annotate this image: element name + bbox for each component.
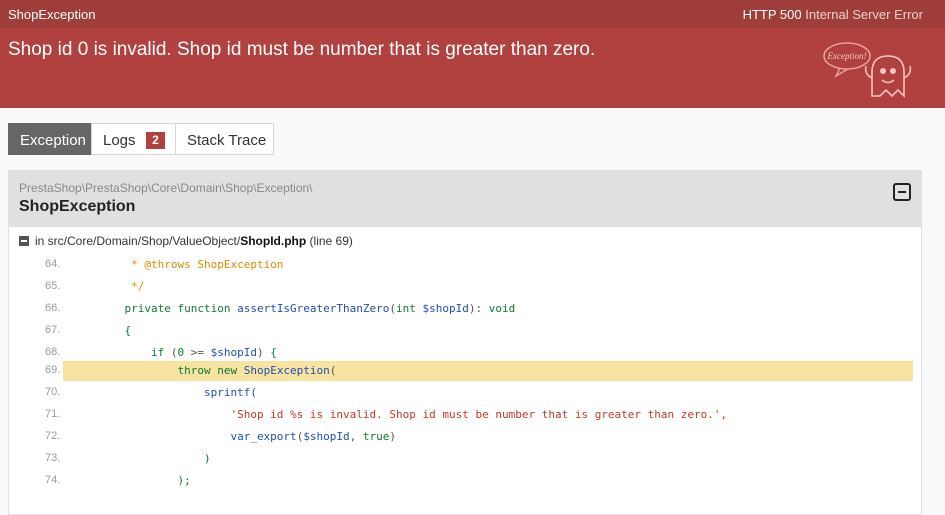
status-code: HTTP 500 <box>742 7 802 22</box>
exception-title: ShopException <box>8 7 96 22</box>
code-line: 69. throw new ShopException( <box>9 361 921 381</box>
collapse-icon[interactable] <box>893 183 911 201</box>
code-line: 72. var_export($shopId, true) <box>9 427 921 447</box>
line-number: 74. <box>45 474 61 486</box>
code-text: sprintf( <box>98 386 257 399</box>
tab-logs-label: Logs <box>103 132 136 149</box>
exception-panel: PrestaShop\PrestaShop\Core\Domain\Shop\E… <box>8 170 922 515</box>
code-text: throw new ShopException( <box>98 364 337 377</box>
code-line: 66. private function assertIsGreaterThan… <box>9 299 921 319</box>
status-text: Internal Server Error <box>805 7 923 22</box>
location-prefix: in src/Core/Domain/Shop/ValueObject/ <box>35 234 241 248</box>
line-number: 73. <box>45 452 61 464</box>
exception-namespace: PrestaShop\PrestaShop\Core\Domain\Shop\E… <box>19 181 313 195</box>
code-line: 73. ) <box>9 449 921 469</box>
tab-stack-trace[interactable]: Stack Trace <box>175 123 274 155</box>
code-text: var_export($shopId, true) <box>98 430 397 443</box>
tab-logs[interactable]: Logs 2 <box>91 123 176 155</box>
collapse-code-icon[interactable] <box>19 236 29 246</box>
code-text: ) <box>98 452 211 465</box>
line-number: 68. <box>45 346 61 358</box>
code-text: */ <box>98 280 145 293</box>
exception-panel-header: PrestaShop\PrestaShop\Core\Domain\Shop\E… <box>9 171 921 227</box>
code-text: 'Shop id %s is invalid. Shop id must be … <box>98 408 728 421</box>
exception-message: Shop id 0 is invalid. Shop id must be nu… <box>8 39 596 60</box>
code-line: 65. */ <box>9 277 921 297</box>
exception-location: in src/Core/Domain/Shop/ValueObject/Shop… <box>19 234 353 248</box>
line-number: 71. <box>45 408 61 420</box>
line-number: 66. <box>45 302 61 314</box>
http-status: HTTP 500 Internal Server Error <box>743 7 923 22</box>
code-line: 74. ); <box>9 471 921 491</box>
code-line: 70. sprintf( <box>9 383 921 403</box>
line-info: (line 69) <box>309 234 353 248</box>
exception-ghost-icon: Exception! <box>823 42 912 98</box>
line-number: 64. <box>45 258 61 270</box>
code-text: private function assertIsGreaterThanZero… <box>98 302 516 315</box>
exception-header: Shop id 0 is invalid. Shop id must be nu… <box>0 28 945 108</box>
code-text: ); <box>98 474 191 487</box>
file-name: ShopId.php <box>240 234 307 248</box>
top-bar: ShopException HTTP 500 Internal Server E… <box>0 0 945 28</box>
code-line: 67. { <box>9 321 921 341</box>
code-text: { <box>98 324 132 337</box>
exception-class: ShopException <box>19 198 136 215</box>
mascot-text: Exception! <box>827 51 867 61</box>
line-number: 72. <box>45 430 61 442</box>
tab-stack-trace-label: Stack Trace <box>187 132 267 149</box>
code-line: 64. * @throws ShopException <box>9 255 921 275</box>
line-number: 65. <box>45 280 61 292</box>
code-text: * @throws ShopException <box>98 258 284 271</box>
line-number: 69. <box>45 364 61 376</box>
tab-exception-label: Exception <box>20 132 86 149</box>
line-number: 67. <box>45 324 61 336</box>
code-text: if (0 >= $shopId) { <box>98 346 277 359</box>
logs-count-badge: 2 <box>146 132 165 149</box>
line-number: 70. <box>45 386 61 398</box>
code-line: 71. 'Shop id %s is invalid. Shop id must… <box>9 405 921 425</box>
code-line: 68. if (0 >= $shopId) { <box>9 343 921 363</box>
tab-exception[interactable]: Exception <box>8 123 92 155</box>
